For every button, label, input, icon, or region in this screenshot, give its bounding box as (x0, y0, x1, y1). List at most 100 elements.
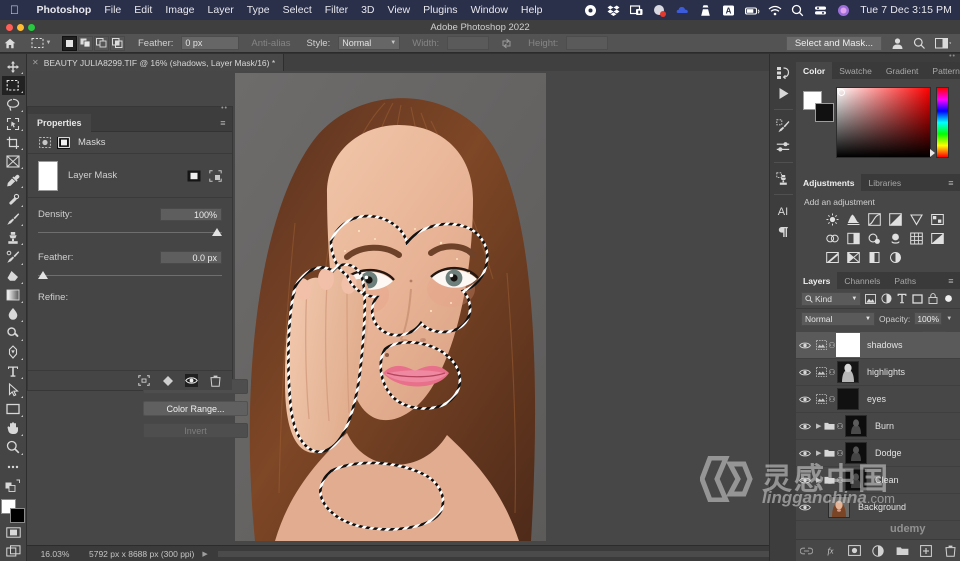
density-slider-knob[interactable] (212, 228, 222, 236)
eraser-tool[interactable] (2, 267, 25, 286)
brush-settings-icon[interactable] (772, 115, 795, 136)
threshold-icon[interactable] (847, 251, 860, 264)
filter-power-icon[interactable] (942, 292, 955, 305)
layer-style-icon[interactable]: fx (824, 544, 837, 557)
screen-mode-icon[interactable] (2, 542, 25, 561)
eyedropper-tool[interactable] (2, 171, 25, 190)
pixel-mask-icon[interactable] (57, 136, 70, 149)
table-row[interactable]: ⚇ shadows (796, 332, 960, 359)
battery-icon[interactable] (745, 4, 760, 17)
menu-item-help[interactable]: Help (514, 4, 549, 16)
width-input[interactable] (447, 36, 490, 50)
frame-tool[interactable] (2, 152, 25, 171)
tab-color[interactable]: Color (796, 62, 833, 79)
gradient-tool[interactable] (2, 286, 25, 305)
search-icon[interactable] (913, 37, 926, 50)
default-colors-icon[interactable] (2, 476, 25, 495)
object-selection-tool[interactable] (2, 114, 25, 133)
spotlight-search-icon[interactable] (791, 4, 804, 17)
rectangular-marquee-tool[interactable] (1, 76, 25, 96)
crop-tool[interactable] (2, 133, 25, 152)
chevron-down-icon[interactable]: ▼ (46, 40, 52, 46)
menu-item-3d[interactable]: 3D (355, 4, 381, 16)
delete-mask-icon[interactable] (209, 374, 222, 387)
layer-mask-thumbnail[interactable] (38, 160, 58, 191)
eye-icon[interactable] (799, 503, 816, 512)
home-icon[interactable] (4, 38, 24, 49)
feather-input[interactable]: 0 px (181, 36, 240, 50)
color-field[interactable] (836, 87, 931, 158)
menu-item-type[interactable]: Type (240, 4, 276, 16)
chevron-right-icon[interactable]: ▶ (816, 449, 824, 457)
document-image[interactable] (235, 73, 546, 541)
hue-slider[interactable] (936, 87, 949, 158)
apple-icon[interactable]:  (0, 4, 30, 16)
layer-mask-thumbnail[interactable] (845, 442, 867, 464)
table-row[interactable]: Background (796, 494, 960, 521)
menu-item-file[interactable]: File (98, 4, 128, 16)
siri-icon[interactable] (837, 4, 850, 17)
vector-mask-icon[interactable] (38, 137, 51, 149)
toggle-mask-icon[interactable] (185, 374, 198, 387)
layer-name[interactable]: highlights (867, 367, 905, 377)
shape-tool[interactable] (2, 400, 25, 419)
menu-item-select[interactable]: Select (276, 4, 318, 16)
color-balance-icon[interactable] (826, 232, 839, 245)
hand-tool[interactable] (2, 419, 25, 438)
link-mask-icon[interactable]: ⚇ (827, 368, 837, 377)
eye-icon[interactable] (799, 476, 816, 485)
tab-gradient[interactable]: Gradient (879, 62, 926, 79)
filter-smart-object-icon[interactable] (927, 292, 940, 305)
hue-saturation-icon[interactable] (931, 213, 944, 226)
current-tool-marquee-icon[interactable]: ▼ (28, 37, 54, 50)
subtract-from-selection-icon[interactable] (94, 35, 109, 51)
panel-menu-icon[interactable]: ≡ (220, 118, 232, 128)
adjustments-sliders-icon[interactable] (772, 136, 795, 157)
invert-button[interactable]: Invert (143, 423, 248, 438)
tab-libraries[interactable]: Libraries (861, 174, 908, 191)
history-panel-icon[interactable] (772, 62, 795, 83)
paragraph-panel-icon[interactable] (772, 221, 795, 242)
eye-icon[interactable] (799, 341, 816, 350)
color-range-button[interactable]: Color Range... (143, 401, 248, 416)
chevron-down-icon[interactable]: ▼ (946, 316, 952, 322)
blend-mode-select[interactable]: Normal ▼ (801, 311, 875, 326)
channel-mixer-icon[interactable] (889, 232, 902, 245)
os-clock[interactable]: Tue 7 Dec 3:15 PM (860, 4, 952, 16)
eye-icon[interactable] (799, 368, 816, 377)
color-picker-marker[interactable] (838, 89, 845, 96)
new-layer-icon[interactable] (920, 544, 933, 557)
layer-name[interactable]: eyes (867, 394, 886, 404)
menu-item-window[interactable]: Window (464, 4, 514, 16)
add-to-selection-icon[interactable] (78, 35, 93, 51)
table-row[interactable]: ▶ ⚇ Clean (796, 467, 960, 494)
edit-toolbar-tool[interactable] (2, 457, 25, 476)
brush-tool[interactable] (2, 209, 25, 228)
chevron-right-icon[interactable]: ▶ (816, 422, 824, 430)
select-and-mask-button[interactable]: Select and Mask... (785, 35, 882, 51)
layer-mask-thumbnail[interactable] (845, 469, 867, 491)
color-panel-drag-handle[interactable] (796, 53, 960, 62)
selective-color-icon[interactable] (889, 251, 902, 264)
color-swatches[interactable] (1, 499, 25, 524)
healing-brush-tool[interactable] (2, 190, 25, 209)
mask-options-icon[interactable] (209, 169, 222, 182)
link-mask-icon[interactable]: ⚇ (827, 341, 837, 350)
new-adjustment-layer-icon[interactable] (872, 544, 885, 557)
link-mask-icon[interactable]: ⚇ (835, 476, 845, 485)
feather-slider-knob[interactable] (38, 271, 48, 279)
wifi-icon[interactable] (768, 4, 782, 17)
select-mask-icon[interactable] (187, 170, 201, 182)
path-selection-tool[interactable] (2, 381, 25, 400)
panel-drag-handle[interactable] (28, 105, 232, 114)
menu-item-photoshop[interactable]: Photoshop (30, 4, 98, 16)
layers-list[interactable]: ⚇ shadows ⚇ highlights ⚇ eyes ▶ ⚇ Burn ▶… (796, 332, 960, 539)
link-mask-icon[interactable]: ⚇ (835, 449, 845, 458)
photo-filter-icon[interactable] (868, 232, 881, 245)
control-center-icon[interactable] (814, 4, 827, 17)
load-selection-icon[interactable] (137, 374, 150, 387)
layer-name[interactable]: Burn (875, 421, 894, 431)
filter-shape-icon[interactable] (911, 292, 924, 305)
tab-swatches[interactable]: Swatche (832, 62, 879, 79)
feather-slider[interactable] (38, 271, 222, 284)
